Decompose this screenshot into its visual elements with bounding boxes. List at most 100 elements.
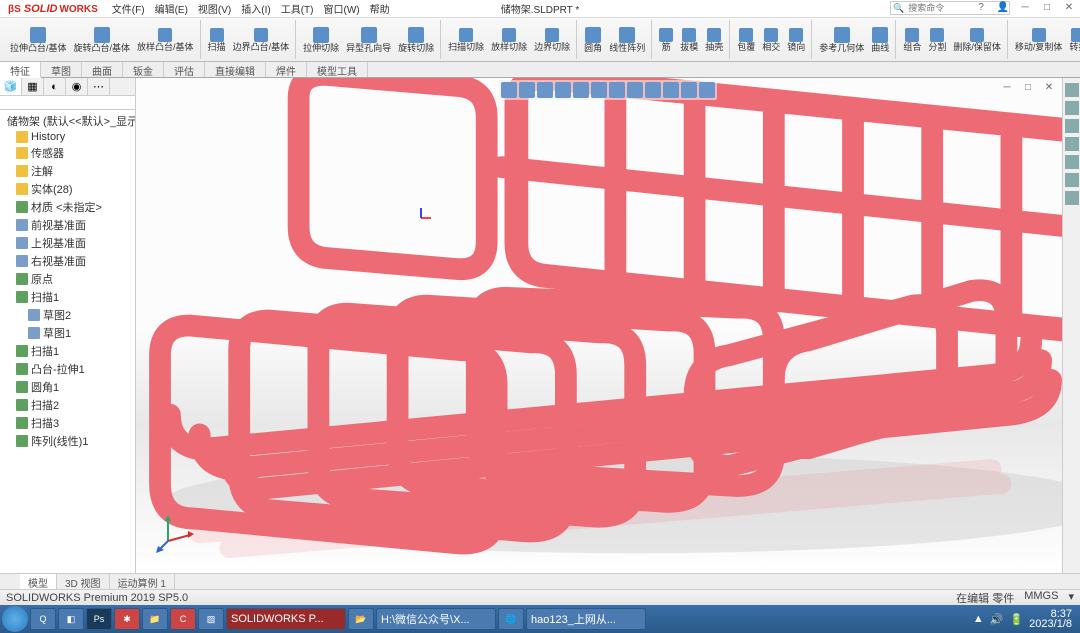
view-appearance[interactable]: [645, 82, 661, 98]
taskpane-custom-props[interactable]: [1065, 173, 1079, 187]
view-zoom-fit[interactable]: [501, 82, 517, 98]
tree-root[interactable]: 储物架 (默认<<默认>_显示状态 1>): [2, 112, 133, 130]
combine-button[interactable]: 组合: [900, 20, 924, 59]
rib-button[interactable]: 筋: [656, 20, 676, 59]
tree-tab-other[interactable]: ⋯: [88, 78, 110, 95]
extrude-boss-button[interactable]: 拉伸凸台/基体: [7, 20, 70, 59]
taskbar-solidworks[interactable]: SOLIDWORKS P...: [226, 608, 346, 630]
view-section[interactable]: [555, 82, 571, 98]
taskpane-appearance[interactable]: [1065, 155, 1079, 169]
tree-item[interactable]: 原点: [2, 270, 133, 288]
revolve-boss-button[interactable]: 旋转凸台/基体: [71, 20, 134, 59]
fillet-button[interactable]: 圆角: [581, 20, 605, 59]
close-button[interactable]: ✕: [1060, 0, 1078, 14]
tree-item[interactable]: 草图2: [2, 306, 133, 324]
tray-icon[interactable]: ▲: [973, 613, 984, 625]
tree-item[interactable]: History: [2, 130, 133, 144]
menu-help[interactable]: 帮助: [366, 0, 394, 17]
help-button[interactable]: ?: [972, 0, 990, 14]
doc-minimize[interactable]: ─: [998, 80, 1016, 94]
view-prev[interactable]: [537, 82, 553, 98]
taskbar-app-5[interactable]: 📁: [142, 608, 168, 630]
menu-window[interactable]: 窗口(W): [320, 0, 364, 17]
tab-model-tools[interactable]: 模型工具: [307, 62, 368, 77]
draft-button[interactable]: 拔模: [677, 20, 701, 59]
taskpane-resources[interactable]: [1065, 83, 1079, 97]
taskbar-app-1[interactable]: Q: [30, 608, 56, 630]
tree-item[interactable]: 前视基准面: [2, 216, 133, 234]
shell-button[interactable]: 抽壳: [702, 20, 726, 59]
maximize-button[interactable]: □: [1038, 0, 1056, 14]
tray-icon-2[interactable]: 🔊: [990, 613, 1004, 626]
taskbar-photoshop[interactable]: Ps: [86, 608, 112, 630]
tree-item[interactable]: 传感器: [2, 144, 133, 162]
taskbar-browser[interactable]: 🌐: [498, 608, 524, 630]
taskbar-app-4[interactable]: ✱: [114, 608, 140, 630]
tab-sheetmetal[interactable]: 钣金: [123, 62, 164, 77]
tree-item[interactable]: 右视基准面: [2, 252, 133, 270]
tree-item[interactable]: 注解: [2, 162, 133, 180]
taskbar-folder-wechat[interactable]: H:\微信公众号\X...: [376, 608, 496, 630]
tab-direct-edit[interactable]: 直接编辑: [205, 62, 266, 77]
tree-item[interactable]: 阵列(线性)1: [2, 432, 133, 450]
extrude-cut-button[interactable]: 拉伸切除: [300, 20, 342, 59]
user-button[interactable]: 👤: [994, 0, 1012, 14]
tree-item[interactable]: 圆角1: [2, 378, 133, 396]
sweep-button[interactable]: 扫描: [205, 20, 229, 59]
tab-evaluate[interactable]: 评估: [164, 62, 205, 77]
view-zoom-area[interactable]: [519, 82, 535, 98]
mirror-button[interactable]: 镜向: [784, 20, 808, 59]
delete-body-button[interactable]: 删除/保留体: [950, 20, 1004, 59]
tree-item[interactable]: 扫描2: [2, 396, 133, 414]
taskpane-explorer[interactable]: [1065, 119, 1079, 133]
tree-item[interactable]: 扫描1: [2, 288, 133, 306]
view-display[interactable]: [591, 82, 607, 98]
tree-item[interactable]: 草图1: [2, 324, 133, 342]
convert-button[interactable]: 转换: [1066, 20, 1080, 59]
tab-sketch[interactable]: 草图: [41, 62, 82, 77]
clock[interactable]: 8:37 2023/1/8: [1029, 609, 1072, 629]
feature-tree[interactable]: 储物架 (默认<<默认>_显示状态 1>) History传感器注解实体(28)…: [0, 110, 135, 573]
view-more1[interactable]: [681, 82, 697, 98]
wrap-button[interactable]: 包覆: [734, 20, 758, 59]
taskpane-design-lib[interactable]: [1065, 101, 1079, 115]
btab-3dview[interactable]: 3D 视图: [57, 574, 110, 589]
tree-item[interactable]: 材质 <未指定>: [2, 198, 133, 216]
tree-item[interactable]: 扫描3: [2, 414, 133, 432]
revolve-cut-button[interactable]: 旋转切除: [395, 20, 437, 59]
tree-tab-property[interactable]: ▦: [22, 78, 44, 95]
btab-model[interactable]: 模型: [20, 574, 57, 589]
tray-icon-3[interactable]: 🔋: [1009, 613, 1023, 626]
tree-tab-config[interactable]: ◐: [44, 78, 66, 95]
curves-button[interactable]: 曲线: [868, 20, 892, 59]
doc-close[interactable]: ✕: [1040, 80, 1058, 94]
view-scene[interactable]: [609, 82, 625, 98]
taskbar-explorer[interactable]: 📂: [348, 608, 374, 630]
status-expand[interactable]: ▾: [1068, 590, 1074, 606]
menu-file[interactable]: 文件(F): [108, 0, 149, 17]
menu-insert[interactable]: 插入(I): [237, 0, 274, 17]
tree-item[interactable]: 扫描1: [2, 342, 133, 360]
start-button[interactable]: [2, 606, 28, 632]
loft-boss-button[interactable]: 放样凸台/基体: [134, 20, 197, 59]
doc-maximize[interactable]: □: [1019, 80, 1037, 94]
tree-tab-display[interactable]: ◉: [66, 78, 88, 95]
tab-weldments[interactable]: 焊件: [266, 62, 307, 77]
view-more2[interactable]: [699, 82, 715, 98]
system-tray[interactable]: ▲ 🔊 🔋 8:37 2023/1/8: [973, 609, 1078, 629]
tab-surface[interactable]: 曲面: [82, 62, 123, 77]
hole-wizard-button[interactable]: 异型孔向导: [343, 20, 394, 59]
menu-edit[interactable]: 编辑(E): [151, 0, 192, 17]
taskpane-view-palette[interactable]: [1065, 137, 1079, 151]
sweep-cut-button[interactable]: 扫描切除: [445, 20, 487, 59]
linear-pattern-button[interactable]: 线性阵列: [606, 20, 648, 59]
3d-viewport[interactable]: ─ □ ✕: [136, 78, 1080, 573]
view-hide[interactable]: [627, 82, 643, 98]
taskbar-app-7[interactable]: ▨: [198, 608, 224, 630]
intersect-button[interactable]: 相交: [759, 20, 783, 59]
ref-geometry-button[interactable]: 参考几何体: [816, 20, 867, 59]
loft-cut-button[interactable]: 放样切除: [488, 20, 530, 59]
view-triad[interactable]: [156, 513, 196, 553]
tab-features[interactable]: 特征: [0, 62, 41, 78]
tree-item[interactable]: 实体(28): [2, 180, 133, 198]
